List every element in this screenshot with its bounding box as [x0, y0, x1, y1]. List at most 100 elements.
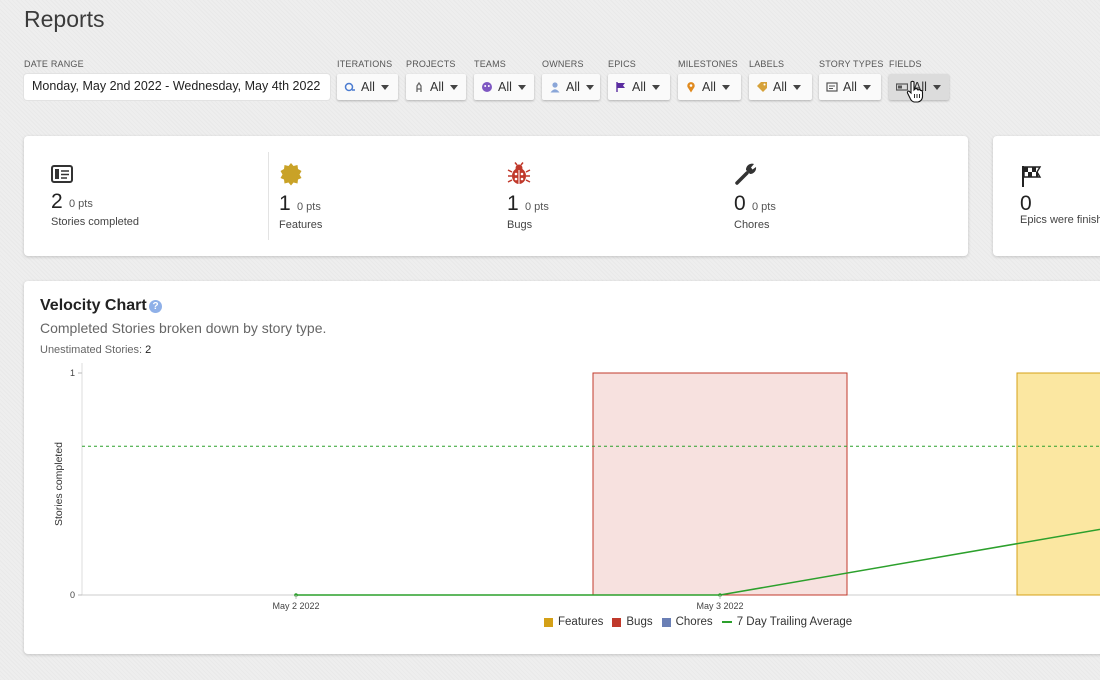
- chevron-down-icon: [721, 84, 730, 90]
- iterations-value: All: [361, 80, 375, 94]
- velocity-chart: 1 0 Stories completed May 2 2022 May 3 2022: [53, 363, 1100, 611]
- stat-chores: 0 0 pts Chores: [724, 136, 952, 256]
- help-icon[interactable]: ?: [149, 300, 162, 313]
- legend-item-features[interactable]: Features: [544, 616, 603, 628]
- stat-caption: Bugs: [507, 219, 533, 231]
- bug-icon: [507, 162, 531, 186]
- story-types-dropdown[interactable]: All: [819, 74, 881, 100]
- chevron-down-icon: [380, 84, 389, 90]
- story-types-label: STORY TYPES: [819, 59, 884, 69]
- epics-label: EPICS: [608, 59, 637, 69]
- stat-caption: Chores: [734, 219, 770, 231]
- legend-item-bugs[interactable]: Bugs: [612, 616, 653, 628]
- chevron-down-icon: [449, 84, 458, 90]
- teams-label: TEAMS: [474, 59, 507, 69]
- velocity-chart-card: Velocity Chart ? Completed Stories broke…: [24, 281, 1100, 654]
- legend-swatch: [612, 617, 622, 627]
- legend-label: Bugs: [626, 616, 653, 628]
- date-range-input[interactable]: Monday, May 2nd 2022 - Wednesday, May 4t…: [24, 74, 330, 100]
- chevron-down-icon: [517, 84, 526, 90]
- owners-label: OWNERS: [542, 59, 584, 69]
- feature-badge-icon: [279, 162, 303, 186]
- y-tick-label: 0: [70, 590, 75, 600]
- epics-value: All: [632, 80, 646, 94]
- owners-dropdown[interactable]: All: [542, 74, 600, 100]
- stat-pts: 0 pts: [297, 201, 321, 213]
- stat-caption: Features: [279, 219, 323, 231]
- iterations-label: ITERATIONS: [337, 59, 393, 69]
- legend-label: 7 Day Trailing Average: [736, 616, 853, 628]
- legend-swatch: [721, 621, 732, 623]
- legend-label: Chores: [675, 616, 713, 628]
- stat-number: 1: [507, 192, 519, 215]
- chevron-down-icon: [862, 84, 871, 90]
- stat-caption: Stories completed: [51, 216, 140, 228]
- legend-item-trailing-average[interactable]: 7 Day Trailing Average: [721, 616, 853, 628]
- wrench-icon: [734, 162, 758, 186]
- stat-pts: 0 pts: [752, 201, 776, 213]
- unestimated-stories: Unestimated Stories: 2: [40, 344, 151, 356]
- fields-label: FIELDS: [889, 59, 922, 69]
- chevron-down-icon: [651, 84, 660, 90]
- legend-swatch: [544, 617, 553, 627]
- milestones-value: All: [702, 80, 716, 94]
- epics-dropdown[interactable]: All: [608, 74, 670, 100]
- owner-icon: [549, 81, 561, 93]
- chart-title: Velocity Chart: [40, 297, 147, 314]
- story-types-value: All: [843, 80, 857, 94]
- date-range-label: DATE RANGE: [24, 59, 84, 69]
- x-tick-label: May 3 2022: [696, 601, 743, 611]
- y-tick-label: 1: [70, 368, 75, 378]
- milestones-dropdown[interactable]: All: [678, 74, 741, 100]
- page-title: Reports: [24, 6, 105, 32]
- projects-filter: PROJECTS All: [406, 59, 466, 100]
- labels-value: All: [773, 80, 787, 94]
- projects-label: PROJECTS: [406, 59, 456, 69]
- owners-value: All: [566, 80, 580, 94]
- labels-label: LABELS: [749, 59, 785, 69]
- chevron-down-icon: [932, 84, 941, 90]
- bar-bugs: [592, 372, 848, 596]
- chevron-down-icon: [792, 84, 801, 90]
- stats-card: 2 0 pts Stories completed 1 0 pts Featur…: [24, 136, 968, 256]
- bar-features: [1016, 372, 1100, 596]
- x-tick-label: May 2 2022: [272, 601, 319, 611]
- unestimated-value: 2: [145, 344, 152, 356]
- owners-filter: OWNERS All: [542, 59, 600, 100]
- team-icon: [481, 81, 493, 93]
- epics-caption: Epics were finishe: [1020, 214, 1100, 226]
- milestones-label: MILESTONES: [678, 59, 738, 69]
- chevron-down-icon: [585, 84, 594, 90]
- label-tag-icon: [756, 81, 768, 93]
- stat-pts: 0 pts: [525, 201, 549, 213]
- chart-legend: Features Bugs Chores 7 Day Trailing Aver…: [544, 616, 861, 628]
- epics-filter: EPICS All: [608, 59, 670, 100]
- stat-number: 0: [734, 192, 746, 215]
- legend-label: Features: [558, 616, 604, 628]
- story-card-icon: [51, 164, 75, 188]
- teams-value: All: [498, 80, 512, 94]
- story-type-icon: [826, 81, 838, 93]
- stat-stories-completed: 2 0 pts Stories completed: [24, 136, 268, 256]
- labels-dropdown[interactable]: All: [749, 74, 812, 100]
- stat-features: 1 0 pts Features: [269, 136, 497, 256]
- legend-item-chores[interactable]: Chores: [661, 616, 713, 628]
- epics-card: 0 Epics were finishe: [993, 136, 1100, 256]
- epic-flag-icon: [615, 81, 627, 93]
- projects-dropdown[interactable]: All: [406, 74, 466, 100]
- hand-cursor-icon: [906, 80, 924, 103]
- stat-number: 2: [51, 190, 63, 213]
- y-axis-label: Stories completed: [53, 442, 65, 526]
- story-types-filter: STORY TYPES All: [819, 59, 884, 100]
- teams-dropdown[interactable]: All: [474, 74, 534, 100]
- iteration-icon: [344, 81, 356, 93]
- legend-swatch: [661, 617, 671, 627]
- checkered-flag-icon: [1020, 164, 1044, 193]
- date-range-filter: DATE RANGE Monday, May 2nd 2022 - Wednes…: [24, 59, 330, 100]
- stat-pts: 0 pts: [69, 198, 93, 210]
- teams-filter: TEAMS All: [474, 59, 534, 100]
- milestones-filter: MILESTONES All: [678, 59, 741, 100]
- projects-value: All: [430, 80, 444, 94]
- iterations-dropdown[interactable]: All: [337, 74, 398, 100]
- project-icon: [413, 81, 425, 93]
